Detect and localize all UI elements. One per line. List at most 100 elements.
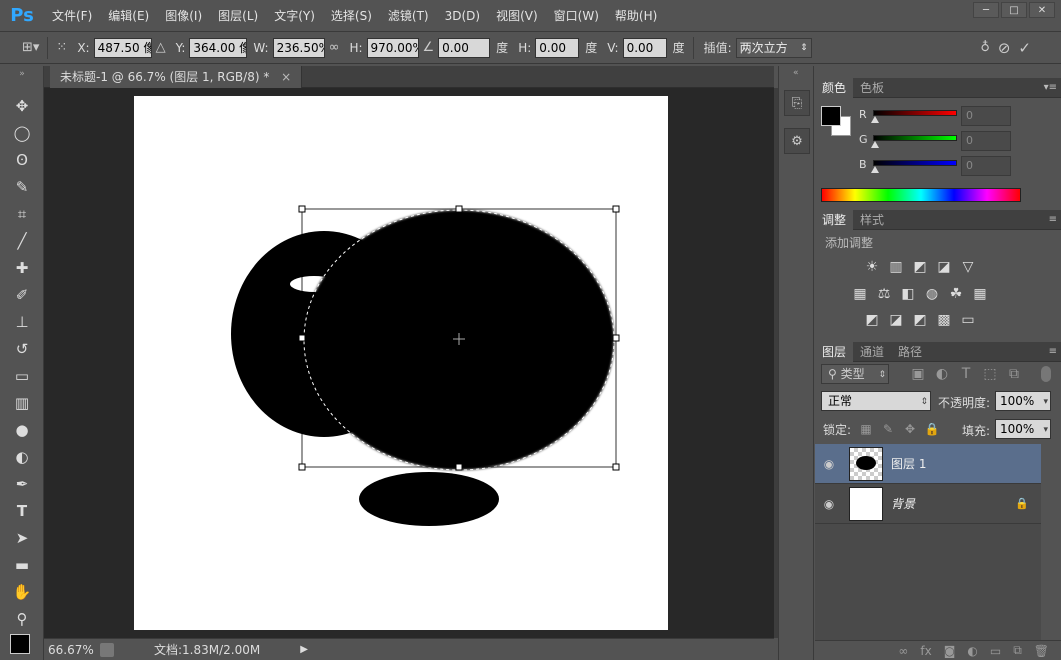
- reference-point-icon[interactable]: ⁙: [56, 40, 67, 55]
- chevron-down-icon[interactable]: ▾: [1043, 421, 1048, 439]
- close-tab-icon[interactable]: ×: [281, 70, 291, 84]
- filter-type-icon[interactable]: T: [957, 365, 975, 383]
- collapse-icon[interactable]: »: [8, 68, 36, 80]
- fx-icon[interactable]: fx: [920, 644, 931, 658]
- width-input[interactable]: 236.50%: [272, 37, 325, 58]
- properties-panel-icon[interactable]: ⚙: [784, 128, 810, 154]
- collapse-icon[interactable]: «: [793, 68, 799, 78]
- menu-filter[interactable]: 滤镜(T): [380, 0, 437, 32]
- curves-icon[interactable]: ◩: [911, 258, 929, 276]
- vskew-input[interactable]: 0.00: [622, 37, 667, 58]
- link-icon[interactable]: ∞: [329, 40, 340, 55]
- filter-adjustment-icon[interactable]: ◐: [933, 365, 951, 383]
- filter-smart-icon[interactable]: ⧉: [1005, 365, 1023, 383]
- y-position-input[interactable]: 364.00 像: [189, 37, 248, 58]
- visibility-eye-icon[interactable]: ◉: [815, 457, 843, 471]
- close-button[interactable]: ✕: [1029, 2, 1055, 18]
- eyedropper-icon[interactable]: ╱: [8, 229, 36, 253]
- relative-position-icon[interactable]: △: [156, 40, 166, 55]
- green-thumb[interactable]: [871, 141, 879, 148]
- new-group-icon[interactable]: ▭: [990, 644, 1001, 658]
- stamp-icon[interactable]: ⊥: [8, 310, 36, 334]
- tab-adjustments[interactable]: 调整: [815, 209, 854, 230]
- menu-layer[interactable]: 图层(L): [210, 0, 266, 32]
- hue-saturation-icon[interactable]: ▦: [851, 285, 869, 303]
- menu-image[interactable]: 图像(I): [157, 0, 210, 32]
- dodge-icon[interactable]: ◐: [8, 445, 36, 469]
- opacity-input[interactable]: 100% ▾: [995, 391, 1051, 411]
- visibility-eye-icon[interactable]: ◉: [815, 497, 843, 511]
- threshold-icon[interactable]: ◩: [911, 311, 929, 329]
- red-value[interactable]: 0: [961, 106, 1011, 126]
- selective-color-icon[interactable]: ▩: [935, 311, 953, 329]
- transform-tool-icon[interactable]: ⊞▾: [22, 40, 39, 55]
- layer-filter-select[interactable]: ⚲ 类型 ⇕: [821, 364, 889, 384]
- menu-window[interactable]: 窗口(W): [546, 0, 607, 32]
- lock-pixels-icon[interactable]: ✎: [879, 420, 897, 438]
- blue-value[interactable]: 0: [961, 156, 1011, 176]
- layers-scrollbar[interactable]: [1041, 444, 1061, 640]
- panel-menu-icon[interactable]: ≡: [1049, 214, 1057, 225]
- lock-position-icon[interactable]: ✥: [901, 420, 919, 438]
- tab-paths[interactable]: 路径: [891, 342, 929, 362]
- red-track[interactable]: [873, 110, 957, 116]
- color-spectrum-ramp[interactable]: [821, 188, 1021, 202]
- canvas[interactable]: [134, 96, 668, 630]
- new-adjustment-icon[interactable]: ◐: [967, 644, 977, 658]
- color-balance-icon[interactable]: ⚖: [875, 285, 893, 303]
- gradient-map-icon[interactable]: ▭: [959, 311, 977, 329]
- ellipse-marquee-icon[interactable]: ◯: [8, 121, 36, 145]
- green-value[interactable]: 0: [961, 131, 1011, 151]
- menu-help[interactable]: 帮助(H): [607, 0, 665, 32]
- layer-row-background[interactable]: ◉ 背景 🔒: [815, 484, 1041, 524]
- new-layer-icon[interactable]: ⧉: [1013, 643, 1022, 658]
- levels-icon[interactable]: ▥: [887, 258, 905, 276]
- menu-edit[interactable]: 编辑(E): [100, 0, 157, 32]
- status-menu-arrow-icon[interactable]: ▶: [300, 644, 308, 655]
- cancel-transform-icon[interactable]: ⊘: [998, 39, 1011, 57]
- chevron-down-icon[interactable]: ▾: [1043, 393, 1048, 411]
- filter-shape-icon[interactable]: ⬚: [981, 365, 999, 383]
- green-slider[interactable]: G 0: [815, 131, 1061, 153]
- crop-icon[interactable]: ⌗: [8, 202, 36, 226]
- color-foreground-swatch[interactable]: [821, 106, 841, 126]
- interpolation-select[interactable]: 两次立方 ⇕: [735, 37, 812, 58]
- x-position-input[interactable]: 487.50 像: [93, 37, 152, 58]
- photo-filter-icon[interactable]: ◍: [923, 285, 941, 303]
- share-icon[interactable]: [100, 642, 114, 657]
- red-thumb[interactable]: [871, 116, 879, 123]
- healing-brush-icon[interactable]: ✚: [8, 256, 36, 280]
- tab-styles[interactable]: 样式: [853, 210, 891, 230]
- blue-slider[interactable]: B 0: [815, 156, 1061, 178]
- menu-type[interactable]: 文字(Y): [266, 0, 323, 32]
- blend-mode-select[interactable]: 正常 ⇕: [821, 391, 931, 411]
- exposure-icon[interactable]: ◪: [935, 258, 953, 276]
- rotate-input[interactable]: 0.00: [438, 37, 491, 58]
- zoom-level[interactable]: 66.67%: [48, 643, 100, 657]
- tab-channels[interactable]: 通道: [853, 342, 891, 362]
- green-track[interactable]: [873, 135, 957, 141]
- pen-icon[interactable]: ✒: [8, 472, 36, 496]
- add-mask-icon[interactable]: ◙: [944, 644, 956, 658]
- lasso-icon[interactable]: ʘ: [8, 148, 36, 172]
- height-input[interactable]: 970.00%: [366, 37, 419, 58]
- filter-toggle[interactable]: [1041, 366, 1051, 382]
- hskew-input[interactable]: 0.00: [535, 37, 580, 58]
- brush-icon[interactable]: ✐: [8, 283, 36, 307]
- rectangle-icon[interactable]: ▬: [8, 553, 36, 577]
- move-tool-icon[interactable]: ✥: [8, 94, 36, 118]
- warp-icon[interactable]: ♁: [980, 40, 990, 55]
- history-brush-icon[interactable]: ↺: [8, 337, 36, 361]
- tab-layers[interactable]: 图层: [815, 341, 854, 362]
- posterize-icon[interactable]: ◪: [887, 311, 905, 329]
- lock-all-icon[interactable]: 🔒: [923, 420, 941, 438]
- document-tab[interactable]: 未标题-1 @ 66.7% (图层 1, RGB/8) * ×: [50, 66, 303, 88]
- eraser-icon[interactable]: ▭: [8, 364, 36, 388]
- blur-icon[interactable]: ●: [8, 418, 36, 442]
- layer-row-layer1[interactable]: ◉ 图层 1: [815, 444, 1041, 484]
- commit-transform-icon[interactable]: ✓: [1018, 39, 1031, 57]
- menu-file[interactable]: 文件(F): [44, 0, 100, 32]
- maximize-button[interactable]: □: [1001, 2, 1027, 18]
- blue-thumb[interactable]: [871, 166, 879, 173]
- vibrance-icon[interactable]: ▽: [959, 258, 977, 276]
